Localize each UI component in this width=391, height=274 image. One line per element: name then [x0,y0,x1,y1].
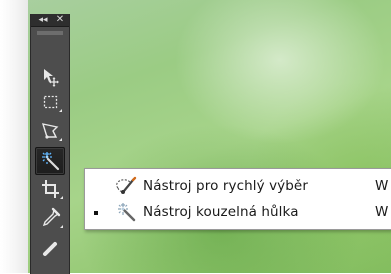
panel-header: ◂◂ ✕ [31,14,69,27]
move-tool[interactable] [36,63,64,89]
close-panel-button[interactable]: ✕ [53,14,67,26]
flyout-item-shortcut: W [375,204,389,220]
magic-wand-tool[interactable] [35,147,65,175]
collapse-panel-button[interactable]: ◂◂ [35,14,51,26]
marquee-icon [43,95,62,112]
spot-healing-tool[interactable] [36,236,64,262]
flyout-item-magic-wand[interactable]: Nástroj kouzelná hůlka W [85,201,391,223]
panel-grip[interactable] [37,31,63,35]
eyedropper-icon [42,207,63,228]
flyout-item-label: Nástroj kouzelná hůlka [143,204,299,220]
left-margin [0,0,28,273]
flyout-item-quick-selection[interactable]: Nástroj pro rychlý výběr W [85,175,391,197]
move-arrow-icon [44,69,59,87]
tools-panel: ◂◂ ✕ [31,14,69,274]
magic-wand-icon [115,202,137,222]
crop-icon [42,180,63,199]
quick-selection-icon [115,176,137,196]
tool-flyout-menu: Nástroj pro rychlý výběr W Nástroj kouze… [84,168,391,230]
lasso-tool[interactable] [36,118,64,144]
flyout-item-shortcut: W [375,178,389,194]
magic-wand-icon [42,152,60,171]
crop-tool[interactable] [36,176,64,202]
active-tool-bullet [94,211,98,215]
eyedropper-tool[interactable] [36,205,64,231]
bandage-icon [43,242,57,256]
rectangular-marquee-tool[interactable] [36,90,64,116]
flyout-item-label: Nástroj pro rychlý výběr [143,178,308,194]
polygonal-lasso-icon [41,123,62,141]
